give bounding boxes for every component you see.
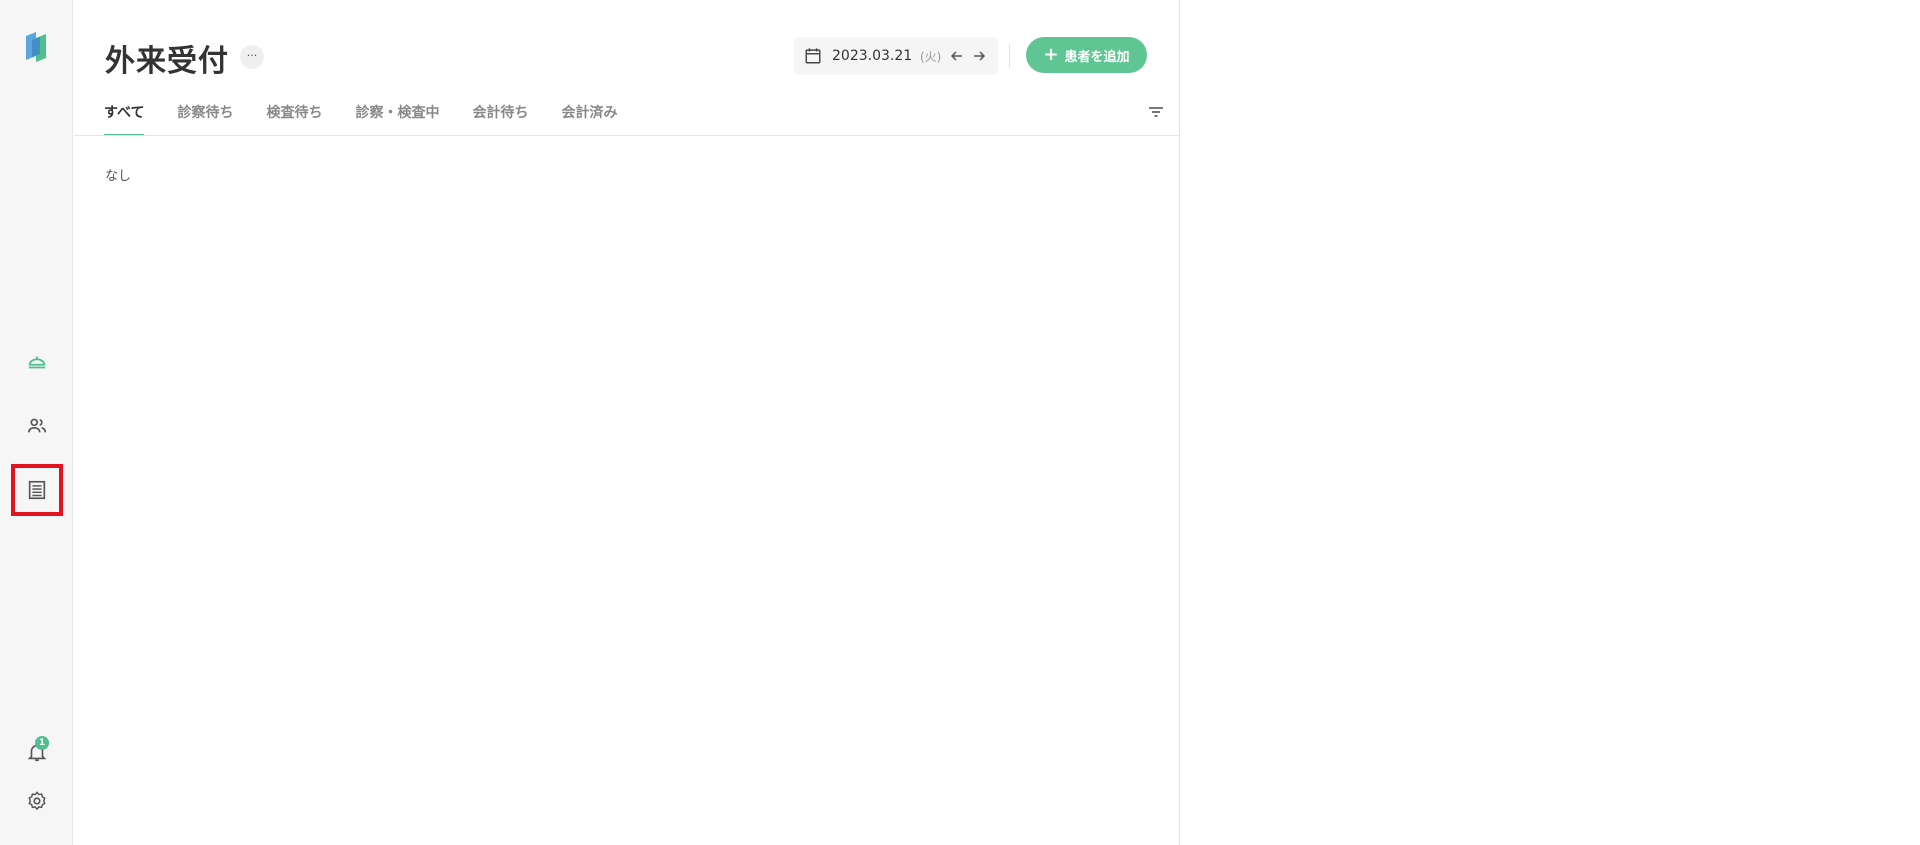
filter-icon[interactable]	[1146, 102, 1166, 122]
people-icon	[27, 418, 47, 433]
sidebar-item-reception[interactable]	[13, 338, 61, 386]
arrow-right-icon	[974, 51, 986, 61]
sidebar-item-notifications[interactable]: 1	[13, 728, 61, 776]
plus-icon: +	[1043, 43, 1059, 65]
weekday-label: (火)	[920, 49, 942, 64]
main-panel: 外来受付 ··· 2023.03.21 (火) + 患者を追加 すべて 診察待ち…	[74, 0, 1180, 845]
tab-all[interactable]: すべて	[104, 102, 145, 136]
tab-waiting-payment[interactable]: 会計待ち	[472, 102, 528, 136]
gear-icon	[28, 791, 46, 810]
notification-badge: 1	[35, 736, 49, 750]
header-divider	[1009, 44, 1010, 68]
records-list-icon	[28, 480, 46, 500]
reception-bell-icon	[28, 356, 46, 369]
sidebar-item-records[interactable]	[11, 464, 63, 516]
date-picker[interactable]: 2023.03.21 (火)	[794, 37, 998, 75]
add-patient-button[interactable]: + 患者を追加	[1026, 37, 1147, 73]
more-options-button[interactable]: ···	[240, 45, 264, 69]
arrow-left-icon	[950, 51, 962, 61]
sidebar-item-settings[interactable]	[13, 777, 61, 825]
empty-state-text: なし	[105, 169, 132, 184]
tab-waiting-consultation[interactable]: 診察待ち	[177, 102, 233, 136]
sidebar-item-patients[interactable]	[13, 402, 61, 450]
calendar-icon[interactable]	[804, 46, 824, 66]
page-title: 外来受付	[105, 44, 229, 79]
tab-in-progress[interactable]: 診察・検査中	[355, 102, 439, 136]
next-date-button[interactable]	[968, 45, 990, 67]
tabs-divider	[74, 135, 1180, 136]
tab-paid[interactable]: 会計済み	[561, 102, 617, 136]
status-tabs: すべて 診察待ち 検査待ち 診察・検査中 会計待ち 会計済み	[104, 102, 650, 136]
app-logo[interactable]	[24, 30, 48, 64]
sidebar: 1	[0, 0, 73, 845]
tab-waiting-examination[interactable]: 検査待ち	[266, 102, 322, 136]
prev-date-button[interactable]	[946, 45, 968, 67]
app: 1 外来受付 ··· 2023.03.21 (火) + 患者を追加 すべて 診察…	[0, 0, 1920, 845]
date-value: 2023.03.21	[832, 48, 913, 64]
add-patient-label: 患者を追加	[1064, 49, 1130, 65]
more-options-label: ···	[246, 48, 258, 62]
